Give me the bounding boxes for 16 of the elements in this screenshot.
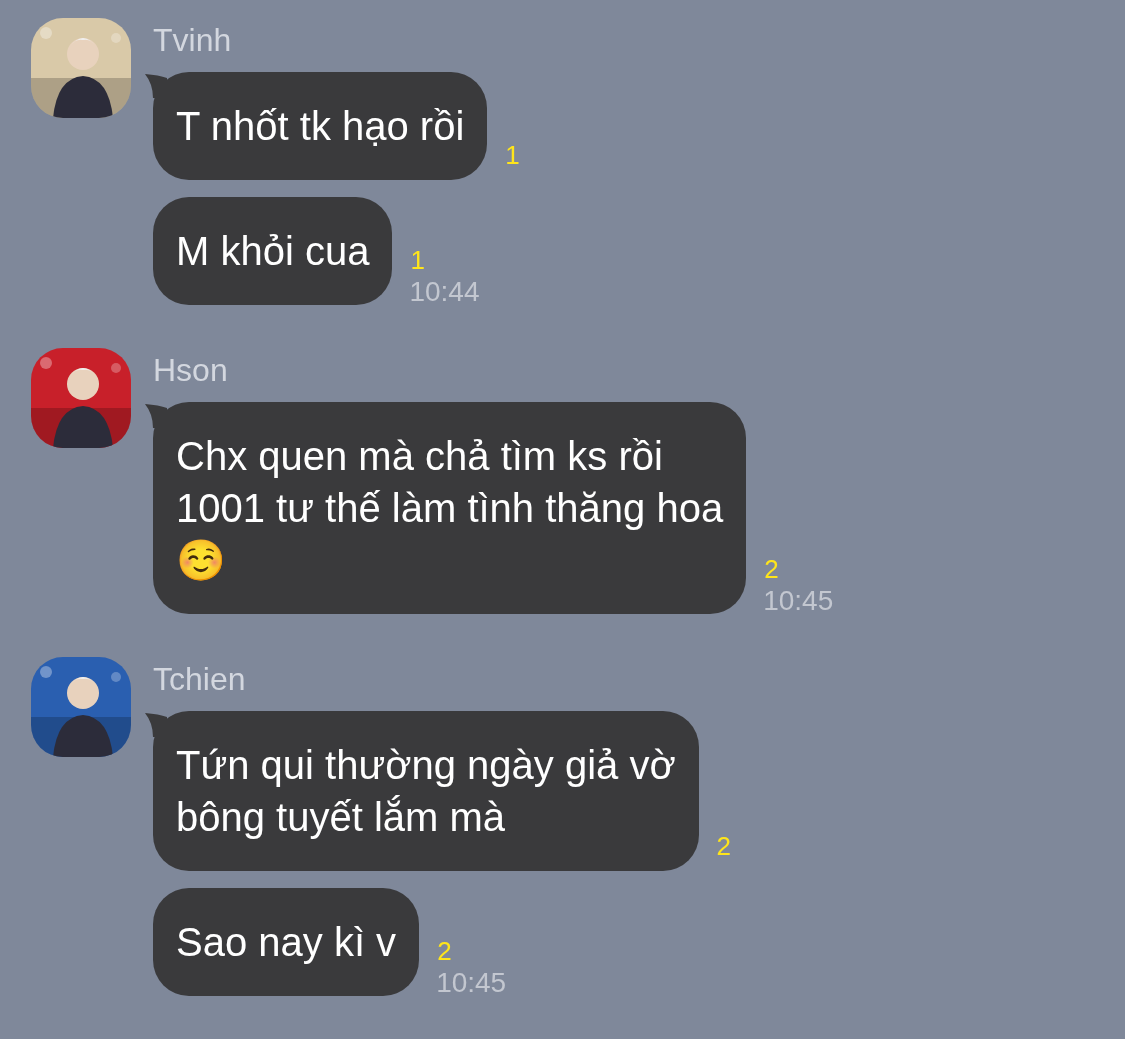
message-text: M khỏi cua (176, 228, 370, 275)
sender-name: Tchien (153, 661, 246, 697)
read-count: 2 (437, 936, 452, 966)
message-text: T nhốt tk hạo rồi (176, 103, 465, 150)
message-text: Chx quen mà chả tìm ks rồi 1001 tư thế làm tình thăng hoa ☺ (176, 433, 724, 584)
read-count: 1 (505, 140, 520, 170)
message-time: 10:45 (763, 584, 834, 618)
message-time: 10:45 (436, 966, 507, 1000)
message-text: Tứn qui thường ngày giả vờ bông tuyết lắm mà (176, 742, 676, 841)
message-text: Sao nay kì v (176, 919, 397, 966)
read-count: 2 (764, 554, 779, 584)
read-count: 2 (716, 831, 732, 861)
sender-name: Hson (153, 352, 228, 388)
sender-name: Tvinh (153, 22, 232, 58)
message-time: 10:44 (409, 275, 480, 309)
read-count: 1 (410, 245, 425, 275)
